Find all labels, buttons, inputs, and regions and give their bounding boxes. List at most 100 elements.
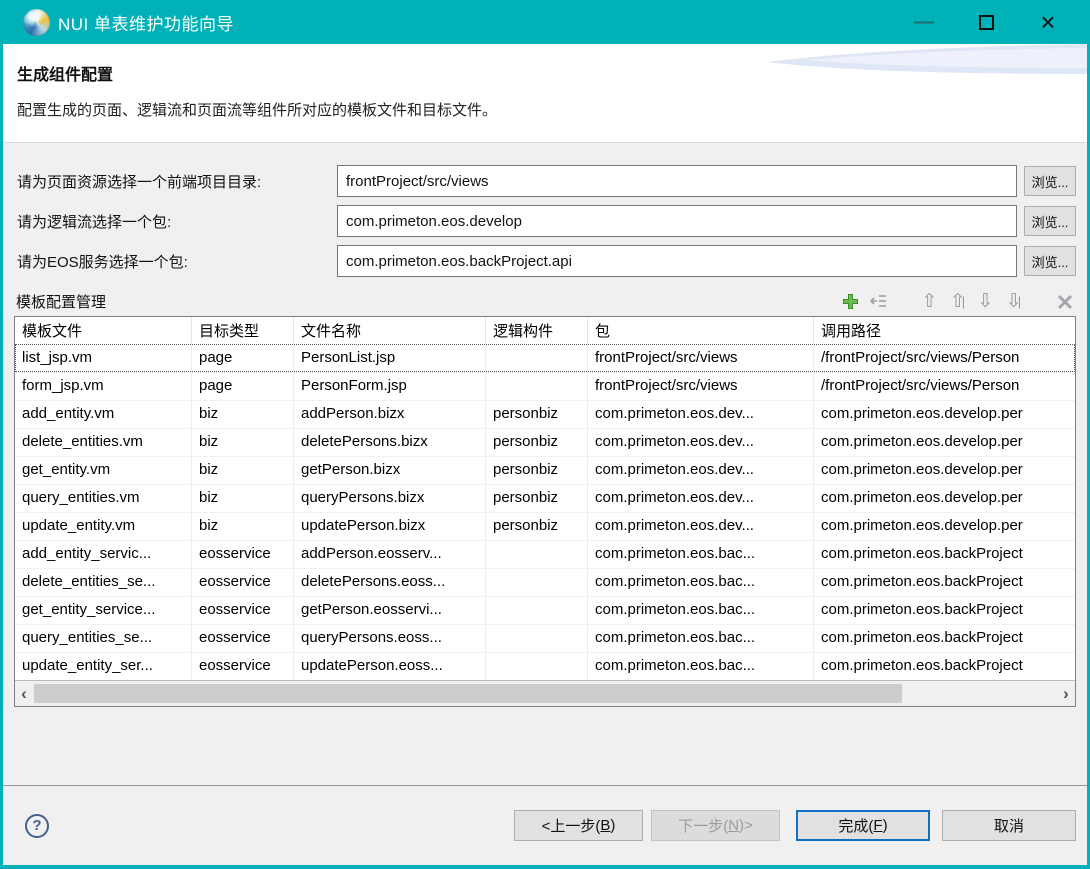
table-cell: form_jsp.vm [15,373,191,400]
table-cell: personbiz [485,457,587,484]
table-cell: com.primeton.eos.develop.per [813,457,1075,484]
maximize-button[interactable] [955,5,1017,39]
table-cell: getPerson.eosservi... [293,597,485,624]
table-cell: com.primeton.eos.dev... [587,513,813,540]
table-cell: com.primeton.eos.backProject [813,653,1075,680]
form-fields: 请为页面资源选择一个前端项目目录: 浏览... 请为逻辑流选择一个包: 浏览..… [3,143,1087,277]
move-down-icon[interactable]: ⇩ [976,292,995,311]
table-cell: com.primeton.eos.develop.per [813,429,1075,456]
logic-flow-browse-button[interactable]: 浏览... [1024,206,1076,236]
page-description: 配置生成的页面、逻辑流和页面流等组件所对应的模板文件和目标文件。 [3,85,1087,120]
table-row[interactable]: add_entity_servic...eosserviceaddPerson.… [15,540,1075,568]
delete-row-icon[interactable] [1055,292,1074,311]
template-config-title: 模板配置管理 [16,291,106,312]
page-title: 生成组件配置 [3,44,1087,85]
window-title: NUI 单表维护功能向导 [58,10,234,35]
front-project-browse-button[interactable]: 浏览... [1024,166,1076,196]
table-row[interactable]: delete_entities.vmbizdeletePersons.bizxp… [15,428,1075,456]
column-header-logic-component[interactable]: 逻辑构件 [485,317,587,344]
table-cell [485,569,587,596]
table-cell: updatePerson.bizx [293,513,485,540]
table-row[interactable]: get_entity.vmbizgetPerson.bizxpersonbizc… [15,456,1075,484]
table-cell: biz [191,513,293,540]
table-cell: com.primeton.eos.bac... [587,597,813,624]
template-config-section: 模板配置管理 ⇧ ⇧| ⇩ ⇩| [3,285,1087,316]
move-up-icon[interactable]: ⇧ [920,292,939,311]
template-table: 模板文件 目标类型 文件名称 逻辑构件 包 调用路径 list_jsp.vmpa… [14,316,1076,707]
eos-service-package-input[interactable] [337,245,1017,277]
table-cell: com.primeton.eos.develop.per [813,401,1075,428]
move-first-icon[interactable]: ⇧| [948,292,967,311]
column-header-call-path[interactable]: 调用路径 [813,317,1075,344]
table-row[interactable]: update_entity_ser...eosserviceupdatePers… [15,652,1075,680]
table-cell: com.primeton.eos.backProject [813,625,1075,652]
scroll-left-icon[interactable]: ‹ [15,681,33,706]
table-cell: query_entities_se... [15,625,191,652]
cancel-button[interactable]: 取消 [942,810,1076,841]
front-project-label: 请为页面资源选择一个前端项目目录: [14,171,337,192]
logic-flow-package-input[interactable] [337,205,1017,237]
table-row[interactable]: get_entity_service...eosservicegetPerson… [15,596,1075,624]
table-cell: page [191,345,293,372]
table-body: list_jsp.vmpagePersonList.jspfrontProjec… [15,344,1075,680]
table-cell: com.primeton.eos.bac... [587,653,813,680]
next-button: 下一步(N)> [651,810,780,841]
table-cell: getPerson.bizx [293,457,485,484]
table-cell: biz [191,457,293,484]
table-cell: com.primeton.eos.dev... [587,485,813,512]
eos-service-label: 请为EOS服务选择一个包: [14,251,337,272]
close-button[interactable]: × [1017,5,1079,39]
table-row[interactable]: delete_entities_se...eosservicedeletePer… [15,568,1075,596]
horizontal-scrollbar[interactable]: ‹ › [15,680,1075,706]
table-cell: queryPersons.bizx [293,485,485,512]
table-row[interactable]: add_entity.vmbizaddPerson.bizxpersonbizc… [15,400,1075,428]
title-bar: NUI 单表维护功能向导 — × [3,0,1087,44]
back-button[interactable]: <上一步(B) [514,810,643,841]
table-cell: biz [191,401,293,428]
table-cell: eosservice [191,541,293,568]
add-row-icon[interactable] [841,292,860,311]
scrollbar-thumb[interactable] [34,684,902,703]
table-cell: update_entity_ser... [15,653,191,680]
table-toolbar: ⇧ ⇧| ⇩ ⇩| [841,292,1074,311]
help-button[interactable]: ? [25,814,49,838]
insert-template-icon[interactable] [869,292,888,311]
table-cell: delete_entities.vm [15,429,191,456]
logic-flow-label: 请为逻辑流选择一个包: [14,211,337,232]
table-row[interactable]: form_jsp.vmpagePersonForm.jspfrontProjec… [15,372,1075,400]
table-cell: frontProject/src/views [587,345,813,372]
table-cell: update_entity.vm [15,513,191,540]
dialog-body: 生成组件配置 配置生成的页面、逻辑流和页面流等组件所对应的模板文件和目标文件。 … [3,44,1087,865]
column-header-file-name[interactable]: 文件名称 [293,317,485,344]
finish-button[interactable]: 完成(F) [796,810,930,841]
table-row[interactable]: query_entities_se...eosservicequeryPerso… [15,624,1075,652]
table-cell [485,597,587,624]
eos-service-browse-button[interactable]: 浏览... [1024,246,1076,276]
wizard-dialog: NUI 单表维护功能向导 — × 生成组件配置 配置生成的页面、逻辑流和页面流等… [0,0,1090,869]
table-cell: com.primeton.eos.dev... [587,401,813,428]
table-cell: com.primeton.eos.backProject [813,597,1075,624]
table-row[interactable]: update_entity.vmbizupdatePerson.bizxpers… [15,512,1075,540]
move-last-icon[interactable]: ⇩| [1004,292,1023,311]
table-cell: personbiz [485,485,587,512]
table-row[interactable]: query_entities.vmbizqueryPersons.bizxper… [15,484,1075,512]
table-cell [485,373,587,400]
minimize-button[interactable]: — [893,5,955,39]
table-cell: PersonForm.jsp [293,373,485,400]
table-cell: biz [191,485,293,512]
table-row[interactable]: list_jsp.vmpagePersonList.jspfrontProjec… [15,344,1075,372]
column-header-template-file[interactable]: 模板文件 [15,317,191,344]
table-cell: com.primeton.eos.bac... [587,625,813,652]
column-header-target-type[interactable]: 目标类型 [191,317,293,344]
eos-service-field-row: 请为EOS服务选择一个包: 浏览... [14,245,1076,277]
table-cell: com.primeton.eos.backProject [813,541,1075,568]
column-header-package[interactable]: 包 [587,317,813,344]
front-project-input[interactable] [337,165,1017,197]
table-cell: updatePerson.eoss... [293,653,485,680]
table-cell: com.primeton.eos.bac... [587,541,813,568]
wizard-banner: 生成组件配置 配置生成的页面、逻辑流和页面流等组件所对应的模板文件和目标文件。 [3,44,1087,143]
table-cell: com.primeton.eos.dev... [587,429,813,456]
table-cell: query_entities.vm [15,485,191,512]
app-logo-icon [23,9,50,36]
scroll-right-icon[interactable]: › [1057,681,1075,706]
